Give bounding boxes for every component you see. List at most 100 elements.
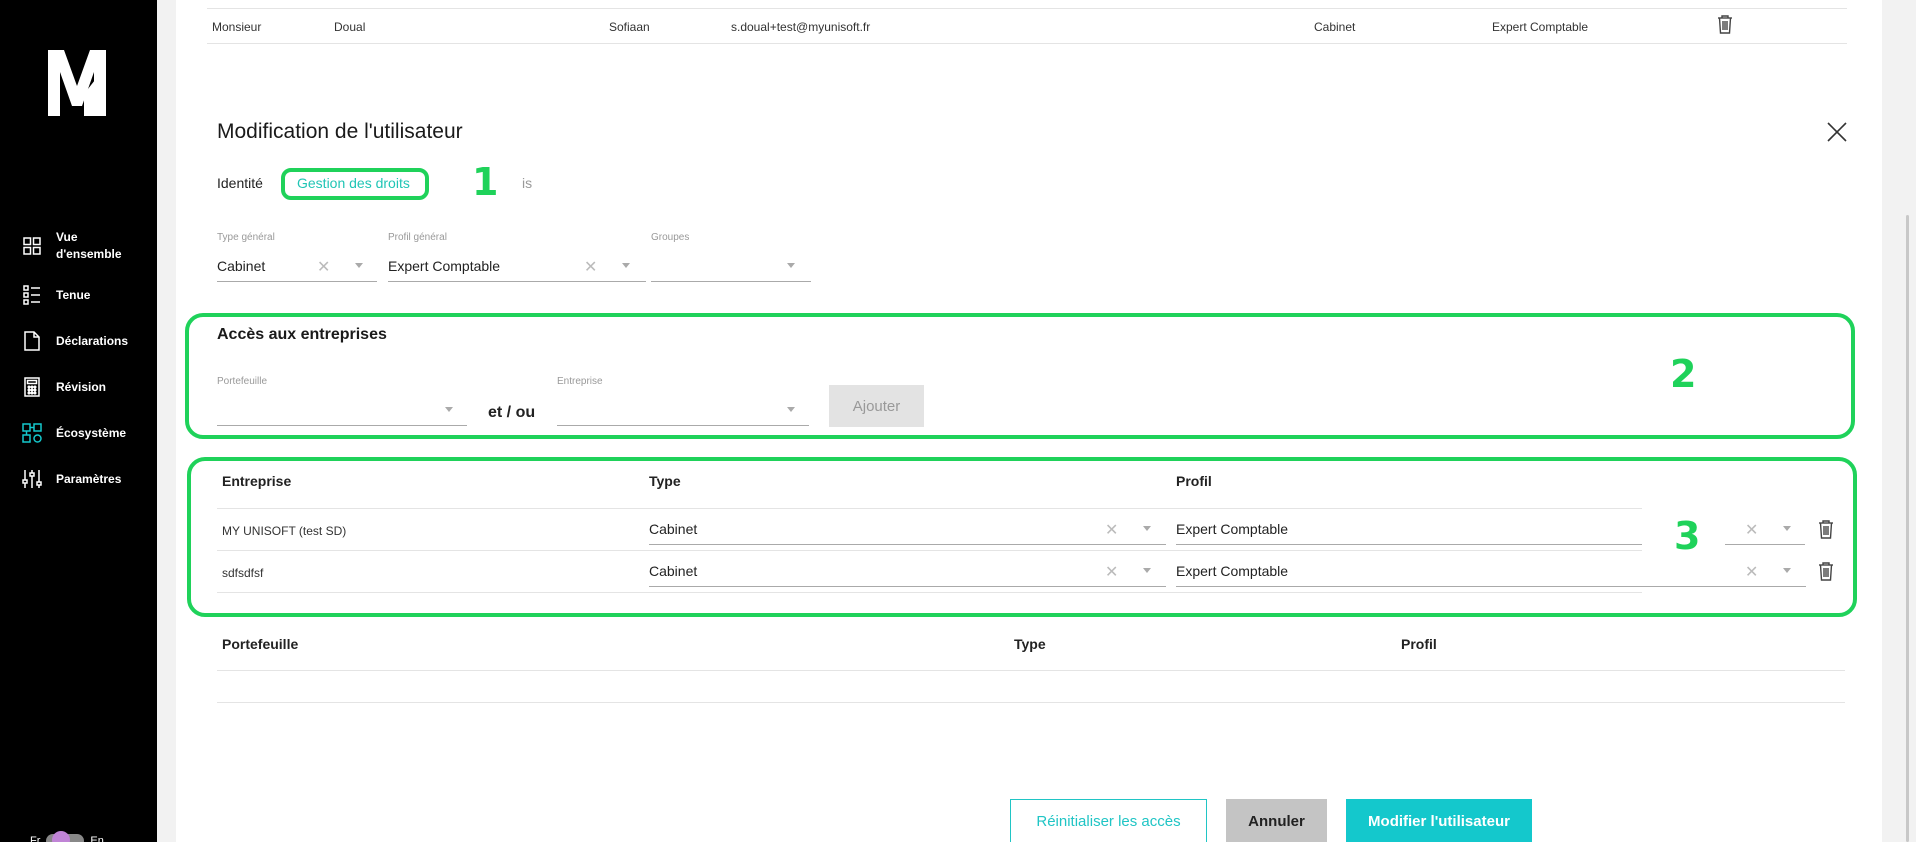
type-general-value: Cabinet [217,258,266,274]
toggle-knob [52,831,71,842]
clear-icon[interactable]: ✕ [584,257,597,277]
sidebar-item-tenue[interactable]: Tenue [0,272,157,318]
row-profil-value: Expert Comptable [1176,563,1289,579]
chevron-down-icon[interactable] [355,263,363,268]
sidebar-item-ecosysteme[interactable]: Écosystème [0,410,157,456]
row-divider [217,670,1845,671]
sidebar-nav: Vue d'ensemble Tenue Déclarations Révisi… [0,220,157,502]
profil-general-select[interactable]: Expert Comptable ✕ [388,252,646,282]
row-profil-select[interactable]: Expert Comptable ✕ [1176,557,1806,587]
clear-icon[interactable]: ✕ [1745,520,1758,540]
profil-general-value: Expert Comptable [388,258,501,274]
entreprise-select[interactable] [557,396,809,426]
sidebar-item-label: Vue d'ensemble [56,230,122,261]
row-divider [217,702,1845,703]
row-type-select[interactable]: Cabinet ✕ [649,515,1166,545]
calculator-icon [22,377,42,397]
sidebar-item-label: Écosystème [56,425,127,440]
sidebar-item-parametres[interactable]: Paramètres [0,456,157,502]
lang-left-label: Fr [30,835,41,842]
sidebar-item-label: Tenue [56,287,91,302]
highlight-box-1 [281,168,429,200]
row-type-value: Cabinet [649,521,698,537]
trash-icon[interactable] [1717,14,1733,34]
clear-icon[interactable]: ✕ [1105,520,1118,540]
user-first-name: Sofiaan [609,20,650,34]
column-header-type: Type [649,473,681,489]
chevron-down-icon[interactable] [787,263,795,268]
user-email: s.doual+test@myunisoft.fr [731,20,871,34]
table-row[interactable]: Monsieur Doual Sofiaan s.doual+test@myun… [207,8,1847,44]
row-divider [217,592,1642,593]
chevron-down-icon[interactable] [1783,568,1791,573]
row-divider [217,508,1642,509]
user-civility: Monsieur [212,20,262,34]
row-type-value: Cabinet [649,563,698,579]
chevron-down-icon[interactable] [1143,526,1151,531]
user-type: Cabinet [1314,20,1356,34]
clear-icon[interactable]: ✕ [317,257,330,277]
sidebar-item-revision[interactable]: Révision [0,364,157,410]
chevron-down-icon[interactable] [787,407,795,412]
column-header-type: Type [1014,636,1046,652]
toggle-switch[interactable] [46,831,85,842]
app-logo[interactable] [46,46,108,116]
cancel-button[interactable]: Annuler [1226,799,1327,842]
column-header-portefeuille: Portefeuille [222,636,299,652]
chevron-down-icon[interactable] [1783,526,1791,531]
groupes-select[interactable] [651,252,811,282]
sidebar-item-label: Paramètres [56,471,122,486]
portefeuille-select[interactable] [217,396,467,426]
document-icon [22,331,42,351]
tab-identite[interactable]: Identité [217,175,263,191]
clear-icon[interactable]: ✕ [1105,562,1118,582]
chevron-down-icon[interactable] [1143,568,1151,573]
portefeuille-label: Portefeuille [217,376,268,387]
tab-is[interactable]: is [522,175,532,191]
column-header-profil: Profil [1176,473,1212,489]
trash-icon[interactable] [1818,519,1834,539]
annotation-marker-3: 3 [1674,514,1701,558]
annotation-marker-2: 2 [1670,352,1697,396]
sidebar-item-declarations[interactable]: Déclarations [0,318,157,364]
user-profile: Expert Comptable [1492,20,1589,34]
ecosystem-icon [22,423,42,443]
chevron-down-icon[interactable] [622,263,630,268]
cell-entreprise: sdfsdfsf [222,566,264,580]
scrollbar[interactable] [1906,215,1909,842]
grid-icon [22,236,42,256]
page-title: Modification de l'utilisateur [217,120,463,143]
list-icon [22,285,42,305]
column-header-entreprise: Entreprise [222,473,292,489]
row-type-select[interactable]: Cabinet ✕ [649,557,1166,587]
row-extra-select[interactable]: ✕ [1725,515,1805,545]
cell-entreprise: MY UNISOFT (test SD) [222,524,347,538]
lang-right-label: En [90,835,104,842]
close-icon[interactable] [1825,120,1849,144]
language-toggle[interactable]: Fr En [30,831,104,842]
submit-button[interactable]: Modifier l'utilisateur [1346,799,1532,842]
clear-icon[interactable]: ✕ [1745,562,1758,582]
type-general-label: Type général [217,232,275,243]
chevron-down-icon[interactable] [445,407,453,412]
column-header-profil: Profil [1401,636,1437,652]
sidebar-item-label: Déclarations [56,333,129,348]
trash-icon[interactable] [1818,561,1834,581]
add-button[interactable]: Ajouter [829,385,924,427]
profil-general-label: Profil général [388,232,447,243]
sidebar-item-label: Révision [56,379,107,394]
row-divider [217,550,1642,551]
type-general-select[interactable]: Cabinet ✕ [217,252,377,282]
sidebar: Vue d'ensemble Tenue Déclarations Révisi… [0,0,157,842]
reset-access-button[interactable]: Réinitialiser les accès [1010,799,1207,842]
entreprise-label: Entreprise [557,376,603,387]
annotation-marker-1: 1 [472,160,499,204]
section-title-acces: Accès aux entreprises [217,326,387,343]
sidebar-item-vue-ensemble[interactable]: Vue d'ensemble [0,220,157,272]
user-last-name: Doual [334,20,366,34]
et-ou-label: et / ou [488,404,536,421]
sliders-icon [22,469,42,489]
row-profil-value: Expert Comptable [1176,521,1289,537]
row-profil-select[interactable]: Expert Comptable [1176,515,1642,545]
groupes-label: Groupes [651,232,690,243]
